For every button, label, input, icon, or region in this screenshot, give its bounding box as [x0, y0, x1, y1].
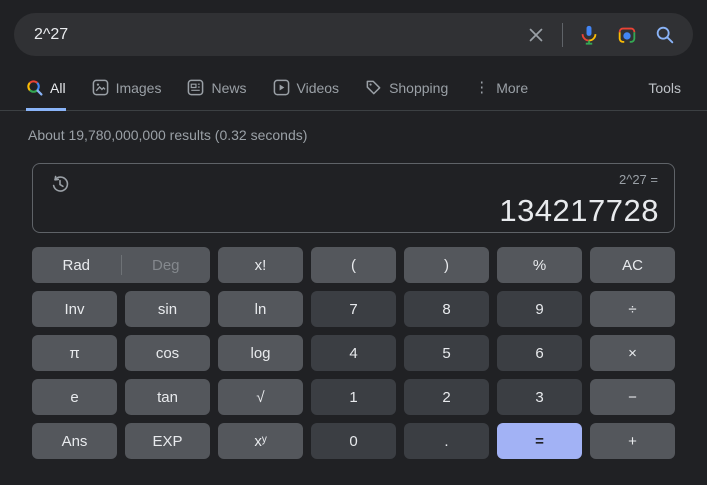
calculator-keypad: RadDegx!()%ACInvsinln789÷πcoslog456×etan…: [32, 247, 675, 459]
images-icon: [92, 79, 109, 96]
tab-images-label: Images: [116, 80, 162, 96]
tab-all[interactable]: All: [26, 79, 66, 111]
calc-key-sqrt[interactable]: √: [218, 379, 303, 415]
tab-news-label: News: [211, 80, 246, 96]
search-submit-icon[interactable]: [653, 23, 677, 47]
calc-key-equals[interactable]: =: [497, 423, 582, 459]
tab-shopping-label: Shopping: [389, 80, 448, 96]
history-icon[interactable]: [47, 171, 73, 197]
calc-expression: 2^27 =: [619, 172, 658, 187]
search-tab-icon: [26, 79, 43, 96]
calc-key-plus[interactable]: +: [590, 423, 675, 459]
microphone-icon[interactable]: [577, 23, 601, 47]
calc-key-multiply[interactable]: ×: [590, 335, 675, 371]
search-input[interactable]: [34, 26, 524, 44]
calc-key-four[interactable]: 4: [311, 335, 396, 371]
calc-key-seven[interactable]: 7: [311, 291, 396, 327]
calc-key-sin[interactable]: sin: [125, 291, 210, 327]
calc-key-tan[interactable]: tan: [125, 379, 210, 415]
result-stats: About 19,780,000,000 results (0.32 secon…: [28, 126, 707, 144]
calc-key-minus[interactable]: −: [590, 379, 675, 415]
search-bar: [14, 13, 693, 56]
calc-key-eight[interactable]: 8: [404, 291, 489, 327]
toggle-option-deg[interactable]: Deg: [122, 257, 211, 274]
calc-key-pow[interactable]: xʸ: [218, 423, 303, 459]
tools-button[interactable]: Tools: [648, 80, 681, 110]
tab-shopping[interactable]: Shopping: [365, 79, 448, 111]
calc-key-open-paren[interactable]: (: [311, 247, 396, 283]
calc-key-cos[interactable]: cos: [125, 335, 210, 371]
calc-key-ans[interactable]: Ans: [32, 423, 117, 459]
calc-key-three[interactable]: 3: [497, 379, 582, 415]
calc-key-five[interactable]: 5: [404, 335, 489, 371]
calc-key-pi[interactable]: π: [32, 335, 117, 371]
calc-key-log[interactable]: log: [218, 335, 303, 371]
tab-news[interactable]: News: [187, 79, 246, 111]
calc-key-ln[interactable]: ln: [218, 291, 303, 327]
calc-key-exp[interactable]: EXP: [125, 423, 210, 459]
calc-key-percent[interactable]: %: [497, 247, 582, 283]
tab-videos[interactable]: Videos: [273, 79, 340, 111]
lens-camera-icon[interactable]: [615, 23, 639, 47]
calc-key-one[interactable]: 1: [311, 379, 396, 415]
tab-more-label: More: [496, 80, 528, 96]
tab-videos-label: Videos: [297, 80, 340, 96]
calc-key-divide[interactable]: ÷: [590, 291, 675, 327]
clear-icon[interactable]: [524, 23, 548, 47]
tab-all-label: All: [50, 80, 66, 96]
calc-key-zero[interactable]: 0: [311, 423, 396, 459]
more-dots-icon: ⋮: [474, 83, 489, 93]
calc-key-all-clear[interactable]: AC: [590, 247, 675, 283]
calculator-display: 2^27 = 134217728: [32, 163, 675, 233]
calc-key-inv[interactable]: Inv: [32, 291, 117, 327]
calc-key-close-paren[interactable]: ): [404, 247, 489, 283]
tab-more[interactable]: ⋮ More: [474, 79, 528, 111]
calc-key-nine[interactable]: 9: [497, 291, 582, 327]
calc-key-e[interactable]: e: [32, 379, 117, 415]
search-divider: [562, 23, 563, 47]
calc-key-factorial[interactable]: x!: [218, 247, 303, 283]
toggle-option-rad[interactable]: Rad: [32, 257, 121, 274]
calc-key-decimal[interactable]: .: [404, 423, 489, 459]
videos-icon: [273, 79, 290, 96]
calc-key-rad-deg[interactable]: RadDeg: [32, 247, 210, 283]
calc-key-six[interactable]: 6: [497, 335, 582, 371]
calc-key-two[interactable]: 2: [404, 379, 489, 415]
shopping-tag-icon: [365, 79, 382, 96]
news-icon: [187, 79, 204, 96]
tabs-bar: All Images News: [0, 56, 707, 111]
tab-images[interactable]: Images: [92, 79, 162, 111]
calc-result: 134217728: [499, 193, 659, 229]
